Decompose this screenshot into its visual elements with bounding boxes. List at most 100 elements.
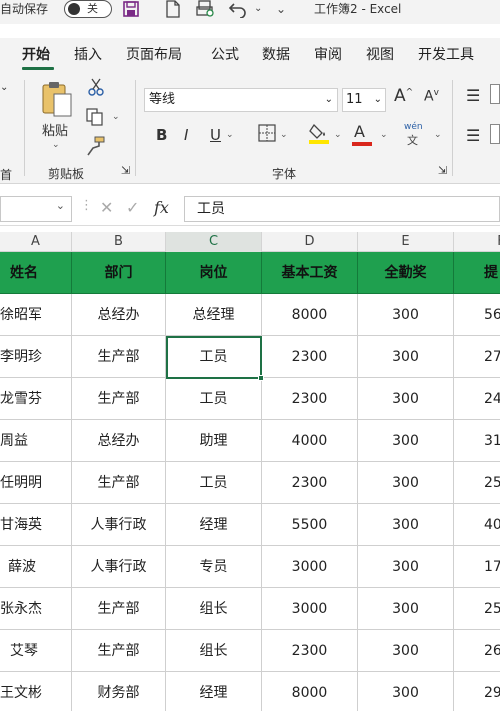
table-cell-position[interactable]: 经理	[166, 504, 262, 546]
table-cell-salary[interactable]: 2300	[262, 378, 358, 420]
table-cell-dept[interactable]: 财务部	[72, 672, 166, 711]
tab-review[interactable]: 审阅	[314, 44, 342, 64]
table-cell-name[interactable]: 艾琴	[0, 630, 72, 672]
table-cell-bonus[interactable]: 300	[358, 588, 454, 630]
tab-formulas[interactable]: 公式	[211, 44, 239, 64]
tab-home[interactable]: 开始	[22, 44, 50, 64]
table-cell-f[interactable]: 25	[454, 588, 500, 630]
table-cell-salary[interactable]: 8000	[262, 672, 358, 711]
print-preview-icon[interactable]	[196, 0, 216, 20]
font-color-dropdown-icon[interactable]: ⌄	[380, 130, 388, 140]
tab-data[interactable]: 数据	[262, 44, 290, 64]
table-cell-f[interactable]: 56	[454, 294, 500, 336]
table-cell-dept[interactable]: 生产部	[72, 630, 166, 672]
table-cell-f[interactable]: 17	[454, 546, 500, 588]
borders-icon[interactable]	[258, 124, 276, 146]
tab-page-layout[interactable]: 页面布局	[126, 44, 182, 64]
format-painter-icon[interactable]	[86, 136, 106, 160]
tab-insert[interactable]: 插入	[74, 44, 102, 64]
table-cell-f[interactable]: 26	[454, 630, 500, 672]
align-top-icon[interactable]: ☰	[466, 86, 480, 105]
table-cell-position[interactable]: 工员	[166, 378, 262, 420]
phonetic-button[interactable]: wén 文	[404, 122, 423, 148]
enter-icon[interactable]: ✓	[126, 198, 139, 217]
shrink-font-button[interactable]: Av	[424, 88, 439, 105]
table-cell-salary[interactable]: 5500	[262, 504, 358, 546]
font-size-combobox[interactable]: 11 ⌄	[342, 88, 386, 112]
save-icon[interactable]	[122, 0, 140, 20]
copy-dropdown-icon[interactable]: ⌄	[112, 112, 120, 122]
font-name-dropdown-icon[interactable]: ⌄	[325, 89, 333, 111]
table-cell-dept[interactable]: 生产部	[72, 336, 166, 378]
table-cell-salary[interactable]: 3000	[262, 546, 358, 588]
table-header-cell[interactable]: 岗位	[166, 252, 262, 294]
table-cell-f[interactable]: 29	[454, 672, 500, 711]
undo-icon[interactable]	[228, 0, 248, 20]
fill-color-icon[interactable]	[308, 122, 330, 148]
table-cell-position[interactable]: 工员	[166, 336, 262, 378]
table-header-cell[interactable]: 基本工资	[262, 252, 358, 294]
table-cell-name[interactable]: 甘海英	[0, 504, 72, 546]
table-cell-dept[interactable]: 生产部	[72, 588, 166, 630]
table-cell-salary[interactable]: 2300	[262, 630, 358, 672]
table-cell-position[interactable]: 组长	[166, 588, 262, 630]
name-box[interactable]: ⌄	[0, 196, 72, 222]
table-cell-name[interactable]: 张永杰	[0, 588, 72, 630]
table-cell-bonus[interactable]: 300	[358, 462, 454, 504]
table-cell-salary[interactable]: 8000	[262, 294, 358, 336]
table-cell-f[interactable]: 25	[454, 462, 500, 504]
column-header-d[interactable]: D	[262, 232, 358, 252]
table-cell-name[interactable]: 薛波	[0, 546, 72, 588]
paste-icon[interactable]	[40, 80, 74, 122]
undo-dropdown-icon[interactable]: ⌄	[254, 0, 262, 20]
table-cell-bonus[interactable]: 300	[358, 672, 454, 711]
table-cell-dept[interactable]: 生产部	[72, 378, 166, 420]
insert-function-icon[interactable]: fx	[154, 198, 169, 217]
merge-center-icon[interactable]	[490, 124, 500, 144]
font-name-combobox[interactable]: 等线 ⌄	[144, 88, 338, 112]
paste-label[interactable]: 粘贴	[42, 120, 68, 139]
new-file-icon[interactable]	[165, 0, 181, 20]
autosave-toggle[interactable]: 关	[64, 0, 112, 18]
table-cell-position[interactable]: 组长	[166, 630, 262, 672]
cut-icon[interactable]	[88, 78, 104, 100]
table-cell-f[interactable]: 40	[454, 504, 500, 546]
table-header-cell[interactable]: 全勤奖	[358, 252, 454, 294]
table-cell-salary[interactable]: 4000	[262, 420, 358, 462]
underline-dropdown-icon[interactable]: ⌄	[226, 130, 234, 140]
cancel-icon[interactable]: ✕	[100, 198, 113, 217]
fill-color-dropdown-icon[interactable]: ⌄	[334, 130, 342, 140]
table-cell-f[interactable]: 24	[454, 378, 500, 420]
table-cell-name[interactable]: 任明明	[0, 462, 72, 504]
column-header-a[interactable]: A	[0, 232, 72, 252]
table-cell-dept[interactable]: 人事行政	[72, 504, 166, 546]
column-header-e[interactable]: E	[358, 232, 454, 252]
table-cell-position[interactable]: 经理	[166, 672, 262, 711]
table-cell-name[interactable]: 李明珍	[0, 336, 72, 378]
bold-button[interactable]: B	[156, 126, 167, 144]
tab-developer[interactable]: 开发工具	[418, 44, 474, 64]
formula-input[interactable]: 工员	[184, 196, 500, 222]
table-cell-position[interactable]: 专员	[166, 546, 262, 588]
column-header-f[interactable]: F	[454, 232, 500, 252]
table-cell-position[interactable]: 工员	[166, 462, 262, 504]
table-cell-dept[interactable]: 总经办	[72, 420, 166, 462]
underline-button[interactable]: U	[210, 126, 221, 144]
table-header-cell[interactable]: 部门	[72, 252, 166, 294]
name-box-dropdown-icon[interactable]: ⌄	[56, 199, 65, 212]
table-cell-salary[interactable]: 3000	[262, 588, 358, 630]
table-cell-bonus[interactable]: 300	[358, 630, 454, 672]
table-cell-position[interactable]: 总经理	[166, 294, 262, 336]
table-cell-salary[interactable]: 2300	[262, 336, 358, 378]
align-left-icon[interactable]: ☰	[466, 126, 480, 145]
tab-view[interactable]: 视图	[366, 44, 394, 64]
table-cell-salary[interactable]: 2300	[262, 462, 358, 504]
table-cell-name[interactable]: 徐昭军	[0, 294, 72, 336]
table-cell-dept[interactable]: 总经办	[72, 294, 166, 336]
table-cell-f[interactable]: 27	[454, 336, 500, 378]
table-cell-bonus[interactable]: 300	[358, 546, 454, 588]
customize-toolbar-icon[interactable]: ⌄	[276, 0, 286, 20]
copy-icon[interactable]	[86, 108, 104, 130]
table-cell-name[interactable]: 龙雪芬	[0, 378, 72, 420]
table-cell-position[interactable]: 助理	[166, 420, 262, 462]
